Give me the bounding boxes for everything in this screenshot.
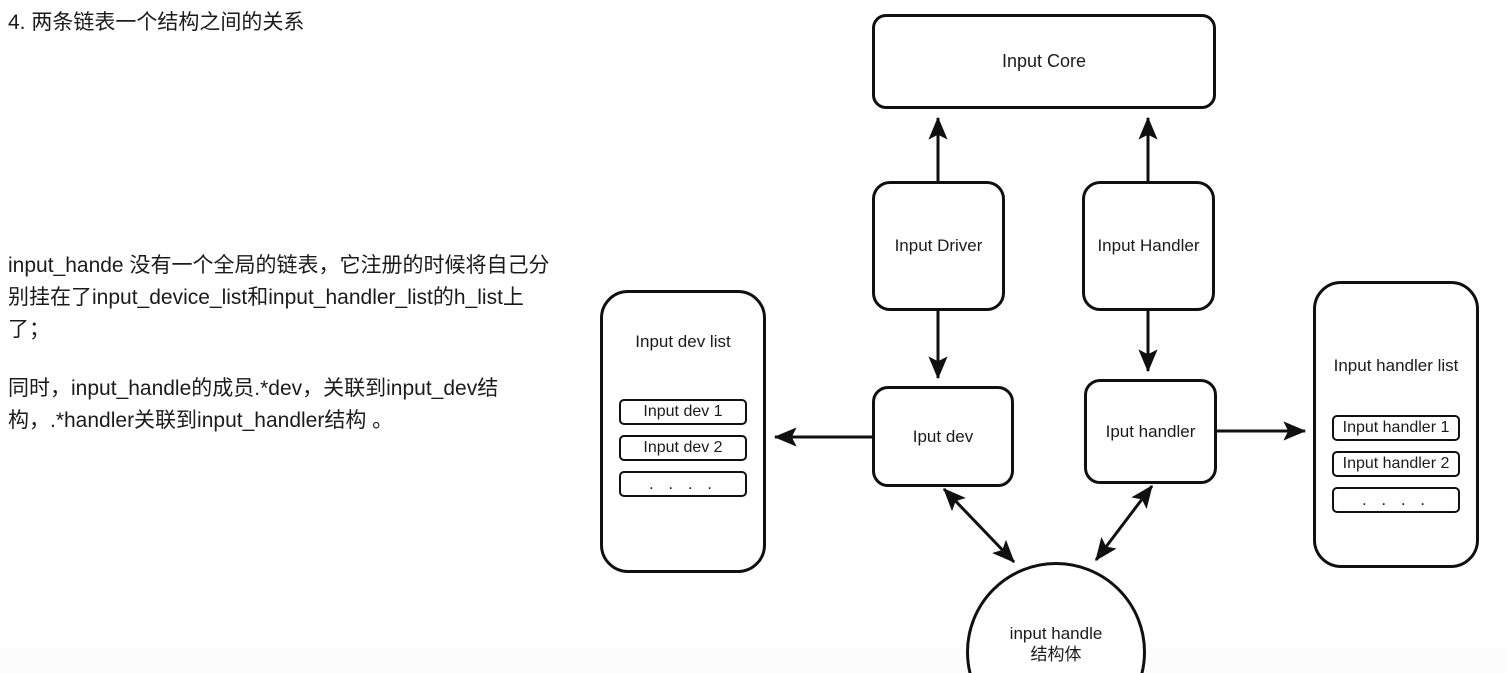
node-input-handler[interactable]: Input Handler xyxy=(1082,181,1215,311)
node-input-driver[interactable]: Input Driver xyxy=(872,181,1005,311)
list-item[interactable]: Input handler 1 xyxy=(1332,415,1460,441)
node-input-core[interactable]: Input Core xyxy=(872,14,1216,109)
panel-input-handler-list[interactable]: Input handler list Input handler 1 Input… xyxy=(1313,281,1479,568)
page-root: 4. 两条链表一个结构之间的关系 input_hande 没有一个全局的链表，它… xyxy=(0,0,1506,673)
list-item[interactable]: Input handler 2 xyxy=(1332,451,1460,477)
panel-input-dev-list-items: Input dev 1 Input dev 2 . . . . xyxy=(603,399,763,497)
node-input-handler-label: Input Handler xyxy=(1097,236,1200,256)
panel-input-dev-list-title: Input dev list xyxy=(635,332,731,351)
panel-input-handler-list-items: Input handler 1 Input handler 2 . . . . xyxy=(1316,415,1476,513)
panel-input-dev-list[interactable]: Input dev list Input dev 1 Input dev 2 .… xyxy=(600,290,766,573)
node-input-core-label: Input Core xyxy=(1001,51,1087,72)
node-iput-handler-label: Iput handler xyxy=(1105,421,1196,441)
list-item-ellipsis[interactable]: . . . . xyxy=(619,471,747,497)
node-input-handle-struct-label-line2: 结构体 xyxy=(1030,645,1082,665)
diagram: Input Core Input Driver Input Handler Ip… xyxy=(0,0,1506,673)
list-item[interactable]: Input dev 1 xyxy=(619,399,747,425)
node-input-driver-label: Input Driver xyxy=(894,236,983,256)
node-iput-dev[interactable]: Iput dev xyxy=(872,386,1014,487)
edge-iputdev-to-handle xyxy=(942,487,1016,564)
node-iput-handler[interactable]: Iput handler xyxy=(1084,379,1217,484)
panel-input-handler-list-title: Input handler list xyxy=(1333,356,1459,375)
list-item[interactable]: Input dev 2 xyxy=(619,435,747,461)
node-input-handle-struct-label-line1: input handle xyxy=(1009,624,1103,643)
list-item-ellipsis[interactable]: . . . . xyxy=(1332,487,1460,513)
node-iput-dev-label: Iput dev xyxy=(912,426,974,446)
edge-iputhandler-to-handle xyxy=(1094,485,1154,561)
